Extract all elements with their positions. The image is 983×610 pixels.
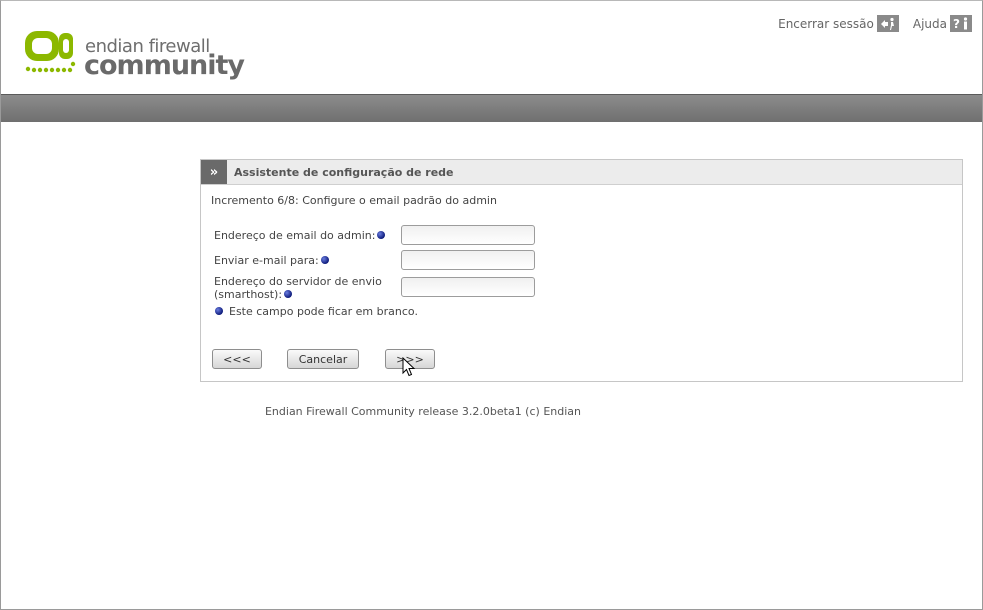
help-icon-glyph: ? — [953, 16, 960, 31]
logout-icon — [876, 15, 899, 32]
admin-email-label: Endereço de email do admin: — [214, 229, 399, 242]
wizard-step-description: Incremento 6/8: Configure o email padrão… — [211, 194, 497, 207]
optional-note-text: Este campo pode ficar em branco. — [229, 305, 418, 318]
mouse-pointer-icon — [402, 357, 416, 377]
send-email-to-input[interactable] — [401, 250, 535, 270]
send-email-to-row: Enviar e-mail para: — [214, 250, 535, 274]
admin-email-input[interactable] — [401, 225, 535, 245]
back-button[interactable]: <<< — [212, 349, 262, 369]
cancel-button[interactable]: Cancelar — [287, 349, 359, 369]
footer-text: Endian Firewall Community release 3.2.0b… — [264, 405, 581, 418]
top-links: Encerrar sessão Ajuda ? — [764, 15, 972, 32]
main-navigation-bar — [1, 94, 982, 122]
header: endian firewall community Encerrar sessã… — [1, 1, 982, 94]
help-link[interactable]: Ajuda ? — [913, 15, 972, 32]
endian-logo-mark — [25, 31, 76, 73]
optional-marker-icon — [215, 307, 223, 315]
admin-email-row: Endereço de email do admin: — [214, 225, 535, 248]
wizard-title: Assistente de configuração de rede — [234, 165, 454, 179]
help-label: Ajuda — [912, 16, 947, 31]
logout-link[interactable]: Encerrar sessão — [778, 15, 899, 32]
endian-logo[interactable]: endian firewall community — [23, 29, 245, 84]
smarthost-row: Endereço do servidor de envio (smarthost… — [214, 274, 535, 302]
logout-label: Encerrar sessão — [778, 16, 874, 31]
double-chevron-right-icon: » — [209, 164, 219, 180]
smarthost-label: Endereço do servidor de envio (smarthost… — [214, 275, 399, 301]
admin-email-label-text: Endereço de email do admin: — [214, 229, 376, 242]
logo-text-bottom: community — [84, 50, 245, 81]
wizard-panel: » Assistente de configuração de rede Inc… — [200, 159, 963, 382]
optional-note: Este campo pode ficar em branco. — [215, 305, 418, 318]
send-email-to-label-text: Enviar e-mail para: — [214, 254, 319, 267]
wizard-panel-header: » Assistente de configuração de rede — [201, 160, 962, 185]
smarthost-label-text: Endereço do servidor de envio (smarthost… — [214, 275, 382, 301]
optional-marker-icon — [284, 290, 293, 298]
collapse-toggle[interactable]: » — [201, 160, 227, 184]
optional-marker-icon — [320, 256, 329, 264]
page: endian firewall community Encerrar sessã… — [0, 0, 983, 610]
help-icon: ? — [950, 15, 972, 32]
send-email-to-label: Enviar e-mail para: — [214, 254, 399, 267]
smarthost-input[interactable] — [401, 277, 535, 297]
optional-marker-icon — [377, 231, 386, 239]
